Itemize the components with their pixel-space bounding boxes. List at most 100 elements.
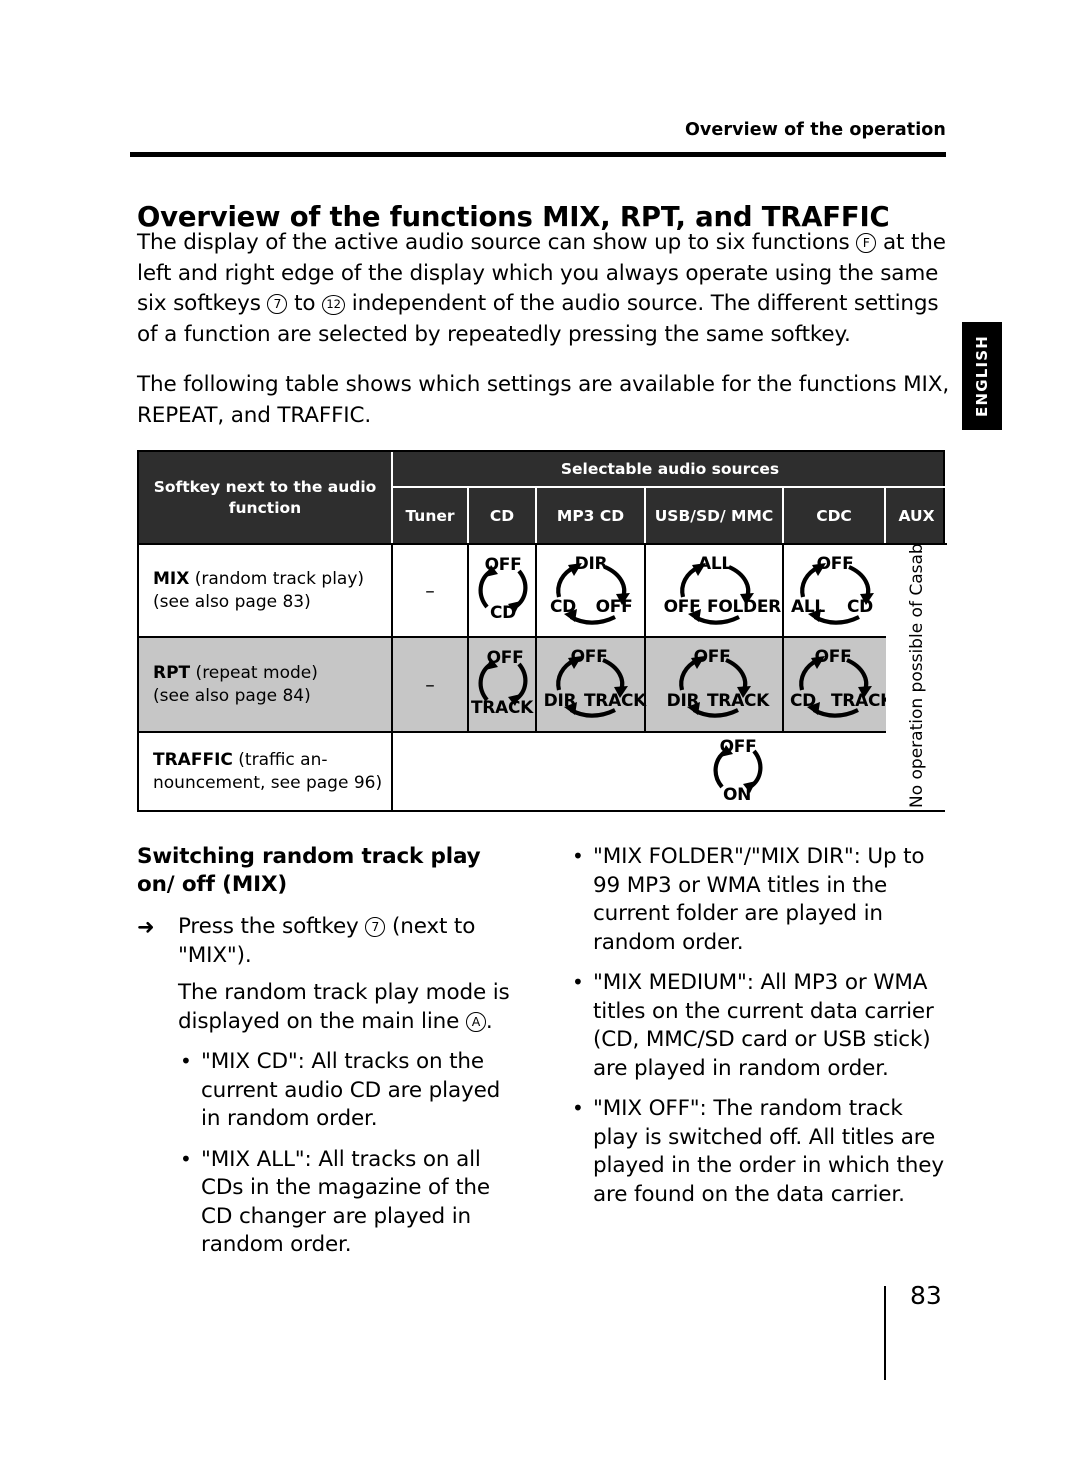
intro-paragraph-2: The following table shows which settings… [137,372,950,428]
table-row-mix: MIX (random track play) (see also page 8… [139,543,943,636]
language-thumb-tab: ENGLISH [962,322,1002,430]
left-text-column: Switching random track play on/ off (MIX… [137,843,521,1272]
callout-f-icon: F [856,233,877,253]
cell-mix-cdc: OFF CD ALL [784,545,886,636]
cycle-diagram-rpt-cdc: OFF TRACK CD [784,638,886,731]
cycle-state-1: TRACK [831,691,886,711]
intro-text-c: to [287,291,323,316]
instruction-result: The random track play mode is displayed … [137,979,521,1036]
cell-rpt-tuner: – [393,638,469,731]
list-item: "MIX FOLDER"/"MIX DIR": Up to 99 MP3 or … [570,842,952,957]
right-bullet-list: "MIX FOLDER"/"MIX DIR": Up to 99 MP3 or … [570,842,952,1209]
list-item: "MIX OFF": The random track play is swit… [570,1094,952,1209]
list-item: "MIX ALL": All tracks on all CDs in the … [178,1145,521,1260]
cell-mix-tuner-value: – [425,579,435,602]
intro-text-a: The display of the active audio source c… [137,230,857,255]
traffic-label-line2: nouncement, see page 96) [153,772,383,793]
list-item: "MIX CD": All tracks on the current audi… [178,1047,521,1134]
cell-rpt-cd: OFF TRACK [469,638,537,731]
cycle-diagram-traffic: OFF ON [393,733,886,810]
aux-note-text: No operation possible of Casablanca [906,543,927,808]
mix-label-rest: (random track play) [189,568,365,589]
cycle-diagram-mix-usbsd: ALL FOLDER OFF [646,545,782,636]
callout-7-icon: 7 [267,294,288,314]
left-bullet-list: "MIX CD": All tracks on the current audi… [137,1047,521,1260]
table-header-cd: CD [469,488,537,543]
table-header-mp3cd: MP3 CD [537,488,646,543]
header-rule [130,152,946,158]
table-row-mix-label: MIX (random track play) (see also page 8… [139,545,393,636]
language-thumb-tab-label: ENGLISH [973,334,991,418]
cycle-state-2: DIR [543,691,577,711]
cycle-state-1: TRACK [584,691,646,711]
cycle-diagram-rpt-cd: OFF TRACK [469,638,535,731]
cell-mix-usbsd: ALL FOLDER OFF [646,545,784,636]
cycle-state-1: TRACK [707,691,769,711]
cycle-diagram-mix-mp3cd: DIR OFF CD [537,545,644,636]
subhead-switching-mix: Switching random track play on/ off (MIX… [137,844,481,897]
table-header-tuner: Tuner [393,488,469,543]
rpt-label-line2: (see also page 84) [153,685,311,706]
cycle-state-2: CD [790,691,816,711]
cycle-state-1: ON [722,785,752,805]
result-text-b: . [485,1008,493,1034]
running-head: Overview of the operation [684,120,946,140]
callout-12-icon: 12 [322,295,346,315]
cycle-state-0: OFF [719,737,757,757]
rpt-label-rest: (repeat mode) [190,662,318,683]
table-row-traffic-label: TRAFFIC (traffic an- nouncement, see pag… [139,733,393,810]
cycle-state-0: OFF [484,555,522,575]
cycle-state-0: DIR [574,554,608,574]
table-header-sources-group: Selectable audio sources [393,452,947,488]
mix-label-line2: (see also page 83) [153,591,311,612]
cell-rpt-usbsd: OFF TRACK DIR [646,638,784,731]
cycle-diagram-rpt-usbsd: OFF TRACK DIR [646,638,782,731]
table-header-cdc: CDC [784,488,886,543]
table-header: Softkey next to the audio function Selec… [139,452,947,543]
cycle-state-1: OFF [595,597,633,617]
cell-rpt-tuner-value: – [425,673,435,696]
rpt-label-bold: RPT [153,662,191,683]
cycle-state-0: OFF [486,648,524,668]
cycle-diagram-mix-cdc: OFF CD ALL [784,545,886,636]
table-header-softkey: Softkey next to the audio function [139,452,393,543]
cycle-diagram-rpt-mp3cd: OFF TRACK DIR [537,638,646,731]
list-item: "MIX MEDIUM": All MP3 or WMA titles on t… [570,968,952,1083]
table-header-aux: AUX [898,506,935,525]
cycle-state-0: OFF [814,647,852,667]
table-header-usbsd: USB/SD/ MMC [646,488,784,543]
table-row-traffic: TRAFFIC (traffic an- nouncement, see pag… [139,731,943,810]
mix-label-bold: MIX [153,568,190,589]
cycle-diagram-mix-cd: OFF CD [469,545,535,636]
instruction-step: ➜ Press the softkey 7 (next to "MIX"). [137,913,521,970]
traffic-label-bold: TRAFFIC [153,749,233,770]
cycle-state-0: OFF [816,554,854,574]
cycle-state-0: OFF [570,647,608,667]
traffic-label-rest: (traffic an- [232,749,328,770]
page-number: 83 [910,1281,942,1310]
cell-aux-no-operation: No operation possible of Casablanca [886,543,947,810]
right-text-column: "MIX FOLDER"/"MIX DIR": Up to 99 MP3 or … [570,842,952,1221]
table-row-rpt-label: RPT (repeat mode) (see also page 84) [139,638,393,731]
cell-mix-tuner: – [393,545,469,636]
cycle-state-2: DIR [666,691,700,711]
cycle-state-1: CD [847,597,873,617]
cycle-state-2: CD [550,597,576,617]
callout-a-icon: A [465,1011,486,1032]
result-text-a: The random track play mode is displayed … [178,980,510,1034]
cell-mix-cd: OFF CD [469,545,537,636]
callout-7-icon: 7 [365,917,386,937]
functions-table: Softkey next to the audio function Selec… [137,450,947,812]
arrow-right-icon: ➜ [137,915,155,939]
step-text-a: Press the softkey [178,914,366,939]
cycle-state-0: OFF [693,647,731,667]
cycle-state-1: CD [490,603,516,623]
cycle-state-2: ALL [791,597,825,617]
cell-rpt-mp3cd: OFF TRACK DIR [537,638,646,731]
cell-mix-mp3cd: DIR OFF CD [537,545,646,636]
cycle-state-1: TRACK [471,698,533,718]
cycle-state-0: ALL [698,554,732,574]
cycle-state-2: OFF [663,597,701,617]
table-row-rpt: RPT (repeat mode) (see also page 84) – O… [139,636,943,731]
cell-traffic-all-sources: OFF ON [393,733,886,810]
